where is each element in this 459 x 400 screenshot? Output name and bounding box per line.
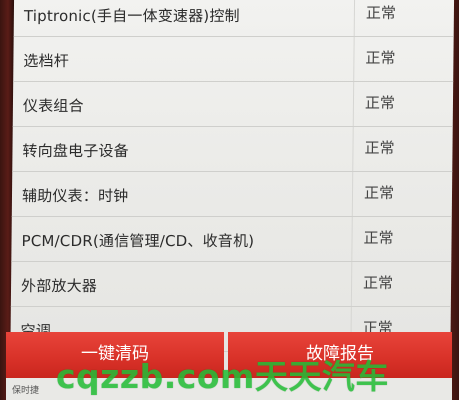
system-status: 正常 (362, 274, 394, 292)
system-status: 正常 (365, 49, 396, 67)
column-divider (350, 262, 353, 306)
list-item[interactable]: 转向盘电子设备 正常 (12, 127, 453, 172)
column-divider (353, 37, 355, 81)
list-item[interactable]: 选档杆 正常 (13, 37, 454, 82)
system-name: PCM/CDR(通信管理/CD、收音机) (21, 232, 255, 250)
list-item[interactable]: PCM/CDR(通信管理/CD、收音机) 正常 (11, 217, 452, 262)
list-item[interactable]: 辅助仪表：时钟 正常 (11, 172, 453, 217)
system-name: 转向盘电子设备 (22, 142, 129, 160)
list-item[interactable]: 仪表组合 正常 (12, 82, 454, 127)
system-name: 外部放大器 (20, 277, 98, 295)
system-status: 正常 (364, 139, 395, 157)
list-item[interactable]: Tiptronic(手自一体变速器)控制 正常 (13, 0, 455, 37)
column-divider (351, 172, 354, 216)
watermark: cqzzb.com天天汽车 (56, 357, 389, 396)
column-divider (353, 0, 356, 36)
system-status: 正常 (363, 229, 394, 247)
device-photo: Tiptronic(手自一体变速器)控制 正常 选档杆 正常 仪表组合 正常 转… (0, 0, 459, 400)
column-divider (351, 217, 353, 261)
system-status: 正常 (365, 4, 397, 22)
list-item[interactable]: 外部放大器 正常 (10, 262, 452, 307)
column-divider (352, 82, 355, 126)
system-name: 选档杆 (23, 52, 70, 70)
system-name: 仪表组合 (22, 97, 84, 115)
system-status-list: Tiptronic(手自一体变速器)控制 正常 选档杆 正常 仪表组合 正常 转… (10, 0, 455, 352)
system-name: Tiptronic(手自一体变速器)控制 (23, 7, 240, 25)
system-status: 正常 (363, 184, 395, 202)
system-name: 辅助仪表：时钟 (21, 187, 129, 205)
column-divider (352, 127, 354, 171)
footer-text: 保时捷 (12, 386, 40, 396)
system-status: 正常 (364, 94, 396, 112)
